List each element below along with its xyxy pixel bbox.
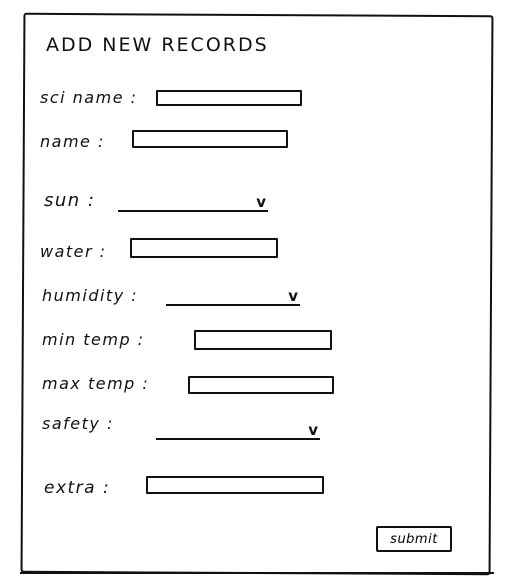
sun-label: sun : [44,190,96,211]
submit-button[interactable]: submit [376,526,452,552]
max-temp-input[interactable] [188,376,334,394]
chevron-down-icon: v [308,421,318,439]
extra-label: extra : [44,478,111,498]
bottom-divider [20,572,494,574]
min-temp-input[interactable] [194,330,332,350]
name-label: name : [40,132,105,151]
sci-name-input[interactable] [156,90,302,106]
chevron-down-icon: v [256,193,266,211]
extra-input[interactable] [146,476,324,494]
water-label: water : [40,242,107,261]
safety-select[interactable]: v [156,416,320,440]
min-temp-label: min temp : [42,330,145,349]
sci-name-label: sci name : [40,88,138,107]
name-input[interactable] [132,130,288,148]
chevron-down-icon: v [288,287,298,305]
humidity-label: humidity : [42,286,139,305]
sun-select[interactable]: v [118,188,268,212]
form-title: ADD NEW RECORDS [46,34,269,56]
safety-label: safety : [42,414,114,433]
humidity-select[interactable]: v [166,282,300,306]
max-temp-label: max temp : [42,374,150,393]
water-input[interactable] [130,238,278,258]
